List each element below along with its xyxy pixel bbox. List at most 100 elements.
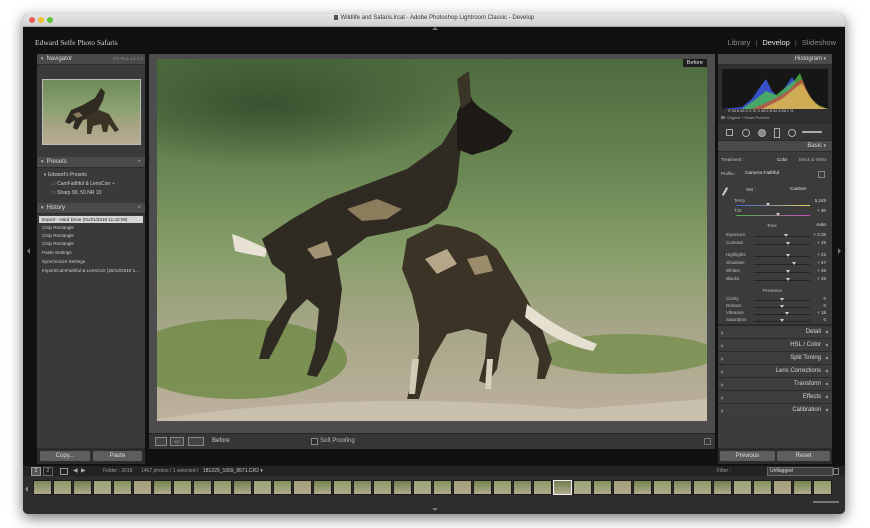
shadows-value[interactable]: + 47	[817, 260, 826, 265]
filmstrip-thumbnail[interactable]	[313, 480, 332, 495]
filmstrip-thumbnail[interactable]	[33, 480, 52, 495]
whites-value[interactable]: + 26	[817, 268, 826, 273]
filmstrip-thumbnail[interactable]	[433, 480, 452, 495]
temp-slider[interactable]	[736, 205, 810, 206]
panel-detail[interactable]: Detail ◀	[718, 325, 832, 338]
tint-slider[interactable]	[736, 215, 810, 216]
filmstrip-thumbnail[interactable]	[353, 480, 372, 495]
history-item[interactable]: Import/CamFaithful & LensCorr (29/12/201…	[42, 268, 139, 273]
toolbar-dropdown-icon[interactable]	[704, 438, 711, 445]
right-panel-toggle-icon[interactable]	[838, 248, 841, 254]
filmstrip-thumbnail[interactable]	[813, 480, 832, 495]
paste-button[interactable]: Paste	[93, 451, 142, 461]
filmstrip-thumbnail[interactable]	[693, 480, 712, 495]
left-panel-toggle-icon[interactable]	[27, 248, 30, 254]
vibrance-slider[interactable]	[754, 314, 810, 315]
histogram-graph[interactable]	[722, 69, 828, 109]
filmstrip-thumbnail[interactable]	[53, 480, 72, 495]
dehaze-value[interactable]: 0	[823, 303, 826, 308]
filter-select[interactable]: Unflagged	[767, 467, 833, 476]
top-panel-toggle-icon[interactable]	[432, 27, 438, 30]
filmstrip-thumbnail[interactable]	[173, 480, 192, 495]
reset-button[interactable]: Reset	[777, 451, 830, 461]
clarity-value[interactable]: 0	[823, 296, 826, 301]
filmstrip-thumbnail-selected[interactable]	[553, 480, 572, 495]
filmstrip-thumbnail[interactable]	[473, 480, 492, 495]
filmstrip-thumbnail[interactable]	[273, 480, 292, 495]
filmstrip-thumbnail[interactable]	[673, 480, 692, 495]
filmstrip-thumbnail[interactable]	[653, 480, 672, 495]
whites-slider[interactable]	[754, 272, 810, 273]
blacks-value[interactable]: + 25	[817, 276, 826, 281]
filmstrip-thumbnail[interactable]	[733, 480, 752, 495]
blacks-slider[interactable]	[754, 280, 810, 281]
highlights-slider-handle[interactable]	[786, 254, 790, 257]
view-mode-before-after-button[interactable]: Y|Y	[170, 437, 184, 446]
treatment-bw-button[interactable]: Black & White	[799, 157, 827, 162]
panel-hsl-color[interactable]: HSL / Color ◀	[718, 338, 832, 351]
filmstrip-thumbnail[interactable]	[593, 480, 612, 495]
contrast-slider[interactable]	[754, 244, 810, 245]
profile-select[interactable]: Camera Faithful	[745, 171, 779, 176]
filmstrip-thumbnail[interactable]	[793, 480, 812, 495]
vibrance-value[interactable]: + 18	[817, 310, 826, 315]
blacks-slider-handle[interactable]	[786, 278, 790, 281]
shadows-slider-handle[interactable]	[792, 262, 796, 265]
tone-auto-button[interactable]: Auto	[816, 223, 826, 228]
filmstrip-scroll-left-icon[interactable]	[25, 486, 28, 492]
basic-header[interactable]: Basic ▼	[718, 141, 832, 152]
histogram-header[interactable]: Histogram ▼	[718, 54, 832, 65]
filmstrip-thumbnail[interactable]	[753, 480, 772, 495]
radial-filter-icon[interactable]	[788, 129, 796, 137]
filmstrip-thumbnail[interactable]	[113, 480, 132, 495]
treatment-color-button[interactable]: Color	[777, 157, 788, 162]
history-header[interactable]: ▼ History ×	[37, 203, 145, 214]
filmstrip-thumbnail[interactable]	[73, 480, 92, 495]
module-slideshow[interactable]: Slideshow	[802, 38, 836, 47]
exposure-value[interactable]: + 0.35	[813, 232, 826, 237]
history-item[interactable]: Paste Settings	[42, 250, 72, 255]
preset-item[interactable]: ▭ CamFaithful & LensCorr +	[51, 181, 115, 187]
back-arrow-icon[interactable]: ◀	[73, 467, 78, 474]
contrast-slider-handle[interactable]	[786, 242, 790, 245]
grid-view-icon[interactable]	[60, 468, 68, 475]
clear-history-icon[interactable]: ×	[137, 203, 141, 213]
highlights-value[interactable]: + 22	[817, 252, 826, 257]
temp-value[interactable]: 5,245	[815, 198, 826, 203]
adjustment-brush-icon[interactable]	[802, 131, 822, 133]
module-library[interactable]: Library	[727, 38, 750, 47]
filmstrip-thumbnail[interactable]	[633, 480, 652, 495]
photo-preview[interactable]: Before	[157, 59, 707, 421]
filmstrip-thumbnail[interactable]	[153, 480, 172, 495]
history-item[interactable]: Synchronize Settings	[42, 259, 85, 264]
filmstrip-thumbnail[interactable]	[253, 480, 272, 495]
selected-filename[interactable]: 181229_1659_8571.CR2 ▾	[203, 468, 263, 474]
tint-value[interactable]: + 30	[817, 208, 826, 213]
wb-select[interactable]: Custom	[790, 187, 807, 192]
forward-arrow-icon[interactable]: ▶	[81, 467, 86, 474]
view-mode-loupe-button[interactable]	[155, 437, 167, 446]
preset-group[interactable]: ▼ Edward's Presets	[43, 172, 87, 178]
preset-item[interactable]: ▭ Sharp 90, 50 NR 10	[51, 190, 101, 196]
copy-button[interactable]: Copy...	[40, 451, 90, 461]
previous-button[interactable]: Previous	[720, 451, 775, 461]
module-develop[interactable]: Develop	[762, 38, 790, 47]
filmstrip-thumbnail[interactable]	[233, 480, 252, 495]
filmstrip-thumbnail[interactable]	[373, 480, 392, 495]
exposure-slider-handle[interactable]	[784, 234, 788, 237]
history-item-selected[interactable]: Export - Hard Drive (01/01/2019 11:42:09…	[39, 216, 143, 223]
whites-slider-handle[interactable]	[786, 270, 790, 273]
contrast-value[interactable]: + 25	[817, 240, 826, 245]
page-2-button[interactable]: 2	[43, 467, 53, 476]
filmstrip-thumbnail[interactable]	[133, 480, 152, 495]
filmstrip-scrollbar[interactable]	[813, 501, 839, 503]
presets-header[interactable]: ▼ Presets +	[37, 157, 145, 168]
navigator-zoom-options[interactable]: FIT FILL 1:1 1:3	[113, 54, 143, 64]
filmstrip-thumbnail[interactable]	[773, 480, 792, 495]
navigator-preview[interactable]	[37, 65, 145, 157]
filmstrip-thumbnail[interactable]	[713, 480, 732, 495]
filmstrip-thumbnail[interactable]	[453, 480, 472, 495]
panel-split-toning[interactable]: Split Toning ◀	[718, 351, 832, 364]
navigator-header[interactable]: ▼ Navigator FIT FILL 1:1 1:3	[37, 54, 145, 65]
filmstrip-thumbnail[interactable]	[393, 480, 412, 495]
